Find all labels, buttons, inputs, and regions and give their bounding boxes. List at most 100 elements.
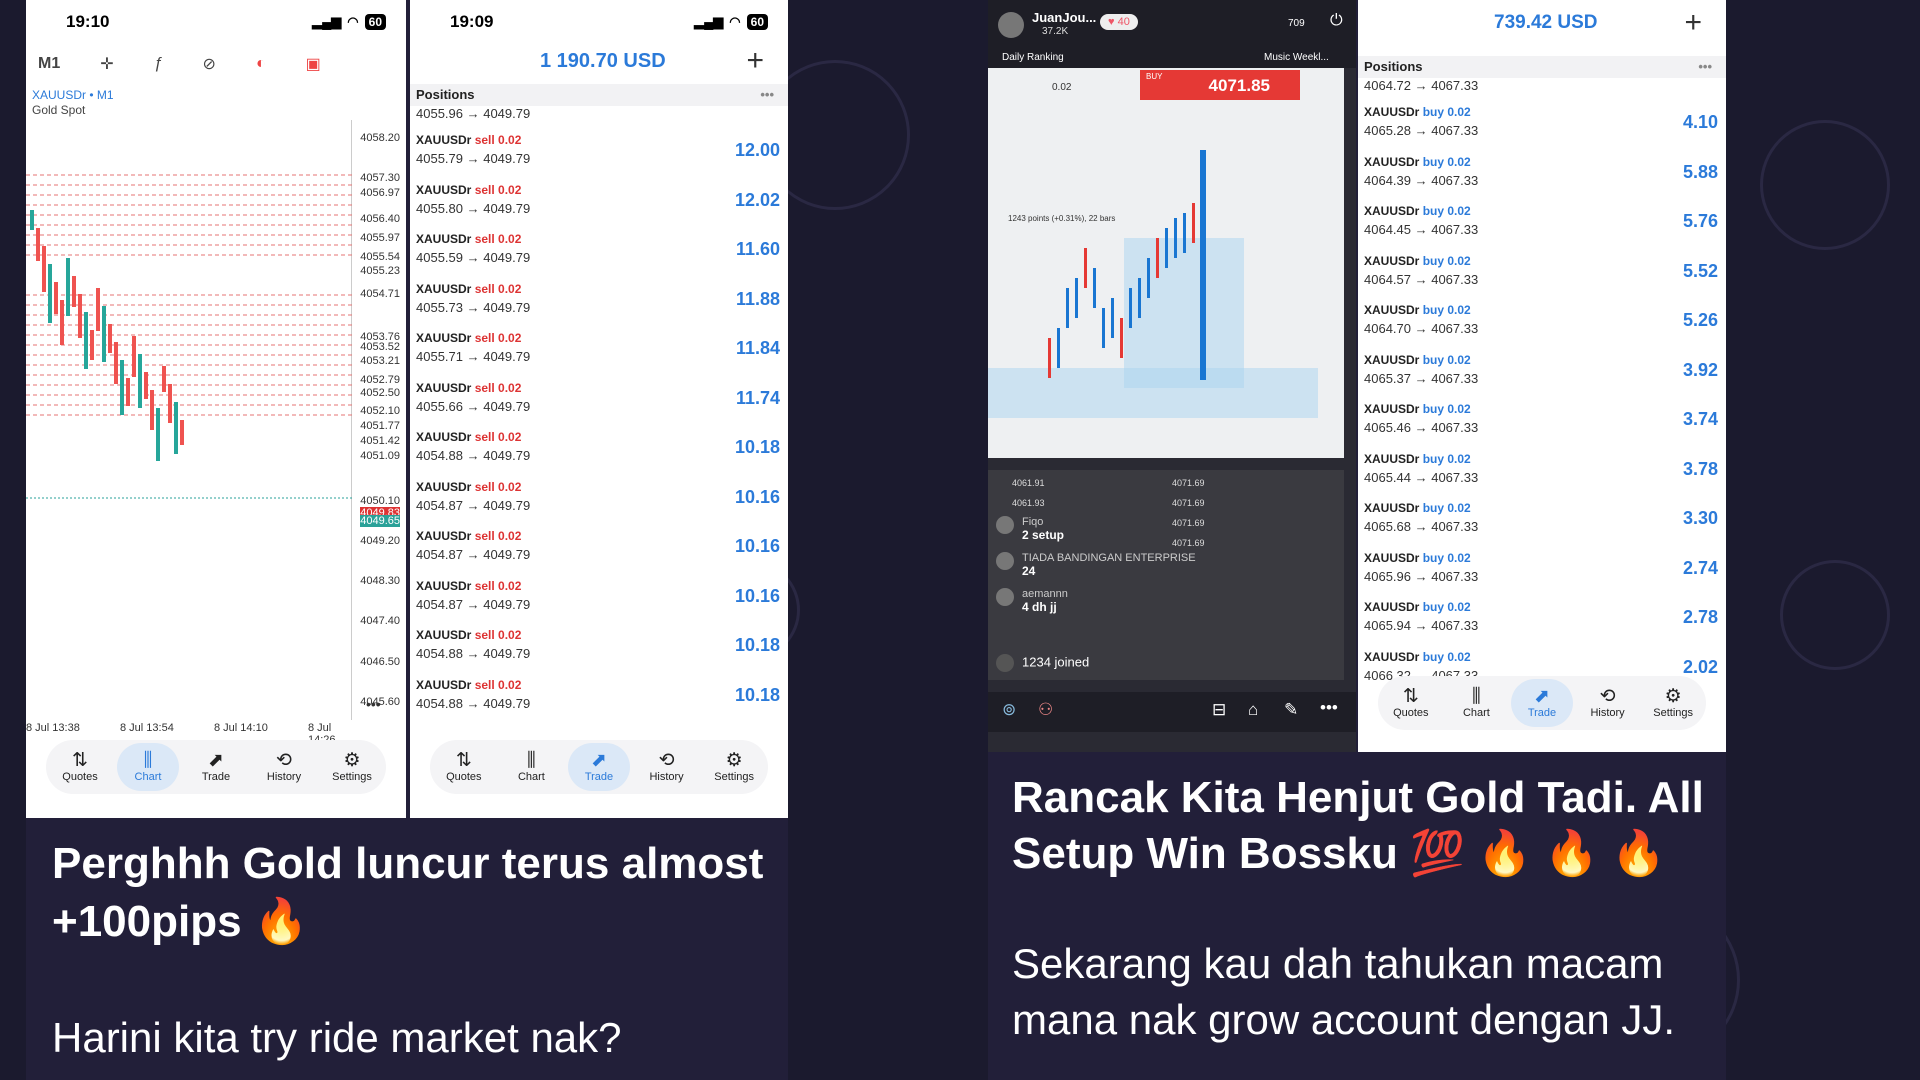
trade-icon[interactable]: ▣ [306,54,321,74]
avatar[interactable] [998,12,1024,38]
status-time: 19:09 [450,12,494,31]
position-row[interactable]: XAUUSDr buy 0.02 4064.57 → 4067.33 5.52 [1358,247,1726,297]
position-row[interactable]: XAUUSDr sell 0.02 4054.87 → 4049.79 10.16 [410,473,788,523]
position-row[interactable]: XAUUSDr sell 0.02 4055.73 → 4049.79 11.88 [410,275,788,325]
comment-text: 24 [1022,564,1036,578]
tab-chart[interactable]: ⫼ Chart [1445,679,1507,727]
more-icon[interactable]: ••• [1698,56,1712,78]
tab-trade[interactable]: ⬈ Trade [185,743,247,791]
positions-list: XAUUSDr sell 0.02 4055.79 → 4049.79 12.00 X… [410,126,788,720]
position-side: buy 0.02 [1422,154,1471,169]
candle [1057,328,1060,368]
position-prices: 4065.37 → 4067.33 [1364,370,1479,386]
left-message-bubble[interactable]: 19:10 ▂▄▆ ◠ 60 M1 ✛ ƒ ⊘ ◐ ▣ XAUUSDr • M1 G… [26,0,788,1080]
comment: Fiqo 2 setup [996,516,1196,542]
price-label: 4052.79 [360,374,400,387]
position-row[interactable]: XAUUSDr sell 0.02 4054.88 → 4049.79 10.18 [410,671,788,721]
position-row[interactable]: XAUUSDr sell 0.02 4054.87 → 4049.79 10.16 [410,522,788,572]
tab-trade[interactable]: ⬈ Trade [1510,679,1573,727]
share-icon[interactable]: ⌂ [1248,700,1258,720]
streamer-name[interactable]: JuanJou... [1032,10,1096,25]
candle [42,246,46,292]
tab-quotes[interactable]: ⇅ Quotes [49,743,111,791]
objects-icon[interactable]: ⊘ [203,54,216,74]
tab-history[interactable]: ⟲ History [253,743,315,791]
comment-text: 2 setup [1022,528,1065,542]
position-row[interactable]: XAUUSDr sell 0.02 4055.59 → 4049.79 11.60 [410,225,788,275]
position-row[interactable]: XAUUSDr buy 0.02 4065.28 → 4067.33 4.10 [1358,98,1726,148]
right-message-bubble[interactable]: JuanJou... 37.2K ♥ 40 709 ⏻ Daily Rankin… [988,0,1726,1080]
timeframe-button[interactable]: M1 [38,55,60,73]
more-icon[interactable]: ••• [366,696,381,712]
tab-settings[interactable]: ⚙ Settings [1642,679,1704,727]
candle [1093,268,1096,308]
more-icon[interactable]: ••• [1320,698,1338,718]
position-prices: 4055.59 → 4049.79 [416,250,531,265]
pen-icon[interactable]: ✎ [1284,700,1298,720]
position-row[interactable]: XAUUSDr sell 0.02 4055.71 → 4049.79 11.84 [410,324,788,374]
power-icon[interactable]: ⏻ [1330,12,1343,30]
guests-icon[interactable]: ⚇ [1038,700,1053,720]
add-order-button[interactable]: + [1684,6,1702,40]
position-side: sell 0.02 [474,479,522,494]
position-row[interactable]: XAUUSDr buy 0.02 4064.45 → 4067.33 5.76 [1358,197,1726,247]
position-symbol: XAUUSDr sell 0.02 [416,281,522,296]
position-row[interactable]: XAUUSDr sell 0.02 4055.79 → 4049.79 12.00 [410,126,788,176]
function-icon[interactable]: ƒ [154,55,163,73]
link-icon[interactable]: ⊚ [1002,700,1016,720]
more-icon[interactable]: ••• [760,84,774,106]
music-weekly[interactable]: Music Weekl... [1264,52,1329,63]
tab-chart[interactable]: ⫼ Chart [117,743,179,791]
comment-author: TIADA BANDINGAN ENTERPRISE [1022,552,1196,564]
position-row[interactable]: XAUUSDr sell 0.02 4054.87 → 4049.79 10.16 [410,572,788,622]
position-side: buy 0.02 [1422,600,1471,614]
position-row[interactable]: XAUUSDr sell 0.02 4055.80 → 4049.79 12.02 [410,176,788,226]
position-row[interactable]: XAUUSDr buy 0.02 4064.70 → 4067.33 5.26 [1358,296,1726,346]
tab-chart[interactable]: ⫼ Chart [500,743,562,791]
position-row[interactable]: XAUUSDr buy 0.02 4065.37 → 4067.33 3.92 [1358,346,1726,396]
tab-history[interactable]: ⟲ History [636,743,698,791]
tab-quotes[interactable]: ⇅ Quotes [1380,679,1442,727]
chart-area[interactable] [26,120,352,720]
position-profit: 5.76 [1682,211,1718,231]
position-side: sell 0.02 [474,232,522,246]
likes-badge[interactable]: ♥ 40 [1100,14,1138,30]
chart-screenshot[interactable]: 19:10 ▂▄▆ ◠ 60 M1 ✛ ƒ ⊘ ◐ ▣ XAUUSDr • M1 G… [26,0,406,818]
gift-icon[interactable]: ⊟ [1212,700,1226,720]
position-profit: 2.74 [1682,557,1718,578]
position-row[interactable]: XAUUSDr sell 0.02 4055.66 → 4049.79 11.74 [410,374,788,424]
position-profit: 10.16 [734,486,780,507]
candle [30,210,34,230]
price-label: 4048.30 [360,575,400,588]
tab-history[interactable]: ⟲ History [1577,679,1639,727]
battery-icon: 60 [364,14,386,30]
candle [1066,288,1069,328]
position-prices: 4054.87 → 4049.79 [416,497,531,513]
tab-settings[interactable]: ⚙ Settings [703,743,765,791]
stream-price: 4061.93 [1012,498,1045,508]
tab-quotes[interactable]: ⇅ Quotes [433,743,495,791]
position-row[interactable]: XAUUSDr buy 0.02 4065.94 → 4067.33 2.78 [1358,593,1726,643]
position-row[interactable]: XAUUSDr buy 0.02 4065.46 → 4067.33 3.74 [1358,395,1726,445]
tab-settings[interactable]: ⚙ Settings [321,743,383,791]
daily-ranking[interactable]: Daily Ranking [1002,52,1064,63]
comment-author: aemannn [1022,588,1068,600]
gear-icon: ⚙ [725,750,743,771]
candle [150,390,154,430]
position-row[interactable]: XAUUSDr buy 0.02 4065.44 → 4067.33 3.78 [1358,445,1726,495]
position-row[interactable]: XAUUSDr sell 0.02 4054.88 → 4049.79 10.18 [410,621,788,671]
tab-trade[interactable]: ⬈ Trade [567,743,630,791]
crosshair-icon[interactable]: ✛ [100,54,113,74]
trade-screenshot-right[interactable]: 739.42 USD + Positions ••• 4064.72 → 406… [1358,0,1726,752]
livestream-screenshot[interactable]: JuanJou... 37.2K ♥ 40 709 ⏻ Daily Rankin… [988,0,1356,752]
position-side: sell 0.02 [474,529,522,543]
add-order-button[interactable]: + [746,44,764,78]
position-row[interactable]: XAUUSDr buy 0.02 4065.68 → 4067.33 3.30 [1358,494,1726,544]
price-label: 4051.42 [360,435,400,448]
position-row[interactable]: XAUUSDr buy 0.02 4064.39 → 4067.33 5.88 [1358,148,1726,198]
position-row[interactable]: XAUUSDr sell 0.02 4054.88 → 4049.79 10.18 [410,423,788,473]
trade-screenshot[interactable]: 19:09 ▂▄▆ ◠ 60 1 190.70 USD + Positions ••… [410,0,788,818]
position-row[interactable]: XAUUSDr buy 0.02 4065.96 → 4067.33 2.74 [1358,544,1726,594]
color-icon[interactable]: ◐ [256,55,266,73]
position-profit: 2.78 [1682,607,1718,627]
